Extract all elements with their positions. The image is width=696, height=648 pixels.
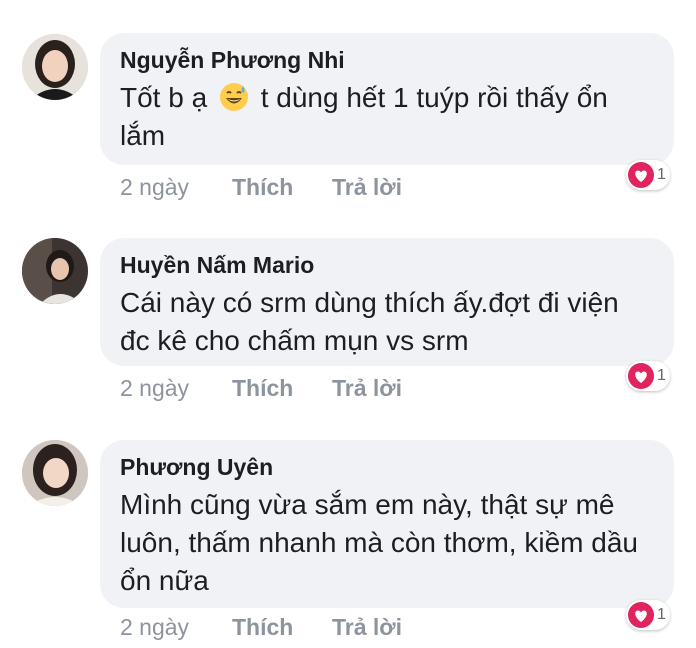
reaction-count: 1 [657, 606, 666, 623]
comment-bubble: Huyền Nấm Mario Cái này có srm dùng thíc… [100, 238, 674, 366]
avatar[interactable] [22, 238, 88, 304]
comment-author[interactable]: Phương Uyên [120, 452, 656, 482]
heart-icon [628, 162, 654, 188]
heart-icon [628, 363, 654, 389]
reply-button[interactable]: Trả lời [332, 373, 402, 403]
like-button[interactable]: Thích [232, 612, 293, 642]
comment-text-before-emoji: Tốt b ạ [120, 82, 215, 113]
reaction-count: 1 [657, 166, 666, 183]
heart-icon [628, 602, 654, 628]
reply-button[interactable]: Trả lời [332, 612, 402, 642]
avatar[interactable] [22, 34, 88, 100]
comment-time[interactable]: 2 ngày [120, 373, 189, 403]
like-button[interactable]: Thích [232, 373, 293, 403]
comment-time[interactable]: 2 ngày [120, 172, 189, 202]
reaction-badge[interactable]: 1 [626, 361, 670, 391]
comment-author[interactable]: Huyền Nấm Mario [120, 250, 656, 280]
comment-time[interactable]: 2 ngày [120, 612, 189, 642]
comment-bubble: Phương Uyên Mình cũng vừa sắm em này, th… [100, 440, 674, 608]
reaction-badge[interactable]: 1 [626, 160, 670, 190]
like-button[interactable]: Thích [232, 172, 293, 202]
comment-author[interactable]: Nguyễn Phương Nhi [120, 45, 656, 75]
comment-text: Cái này có srm dùng thích ấy.đợt đi viện… [120, 287, 619, 356]
reaction-badge[interactable]: 1 [626, 600, 670, 630]
reaction-count: 1 [657, 367, 666, 384]
grinning-sweat-emoji-icon [219, 82, 249, 112]
comment-text: Tốt b ạ t dùng hết 1 tuýp rồi thấy ổn lắ… [120, 79, 656, 155]
comment-text: Mình cũng vừa sắm em này, thật sự mê luô… [120, 489, 638, 596]
comment-bubble: Nguyễn Phương Nhi Tốt b ạ t dùng hết 1 t… [100, 33, 674, 165]
avatar[interactable] [22, 440, 88, 506]
reply-button[interactable]: Trả lời [332, 172, 402, 202]
